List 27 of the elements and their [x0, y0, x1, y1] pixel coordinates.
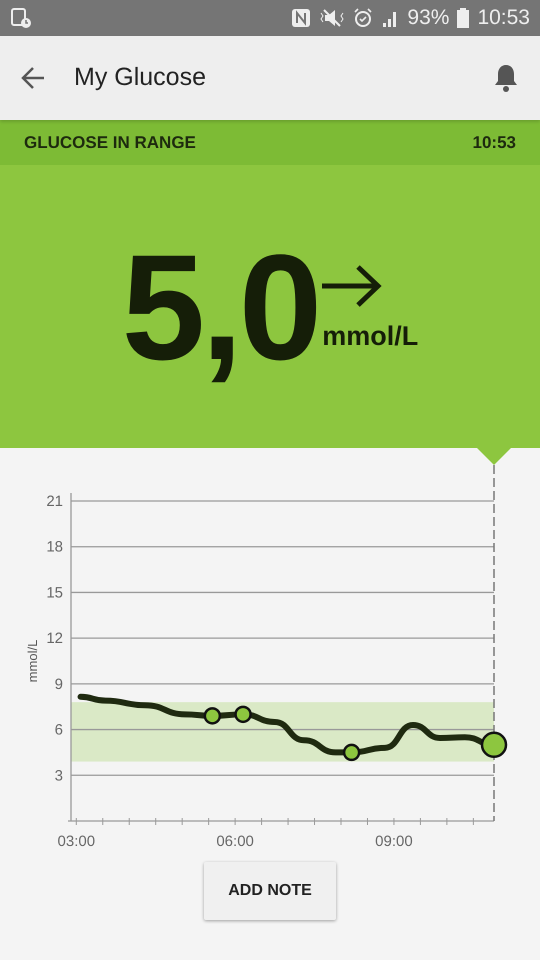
battery-icon	[457, 8, 470, 28]
mute-icon	[319, 8, 346, 28]
glucose-value: 5,0	[122, 232, 318, 382]
y-tick-label: 21	[46, 493, 63, 510]
trend-arrow-icon	[322, 264, 384, 308]
range-status: GLUCOSE IN RANGE	[24, 132, 196, 154]
x-tick-label: 03:00	[58, 833, 96, 850]
y-tick-label: 15	[46, 584, 63, 602]
alarm-icon	[353, 8, 374, 28]
clock: 10:53	[477, 5, 530, 32]
y-tick-label: 9	[54, 676, 63, 693]
reading-time: 10:53	[472, 132, 516, 154]
y-tick-label: 18	[46, 538, 63, 556]
y-tick-label: 12	[46, 630, 63, 648]
y-tick-label: 3	[54, 767, 63, 784]
bell-icon[interactable]	[492, 63, 520, 93]
y-tick-label: 6	[54, 722, 63, 739]
y-axis-label: mmol/L	[25, 640, 40, 682]
screen-time-icon	[10, 7, 32, 29]
x-tick-label: 09:00	[375, 833, 413, 850]
nfc-icon	[291, 8, 312, 28]
unit-label: mmol/L	[322, 320, 418, 354]
add-note-button[interactable]: ADD NOTE	[204, 862, 336, 920]
back-arrow-icon[interactable]	[20, 65, 46, 91]
battery-percent: 93%	[407, 5, 450, 32]
x-tick-label: 06:00	[216, 833, 254, 850]
screen-title: My Glucose	[74, 62, 206, 94]
